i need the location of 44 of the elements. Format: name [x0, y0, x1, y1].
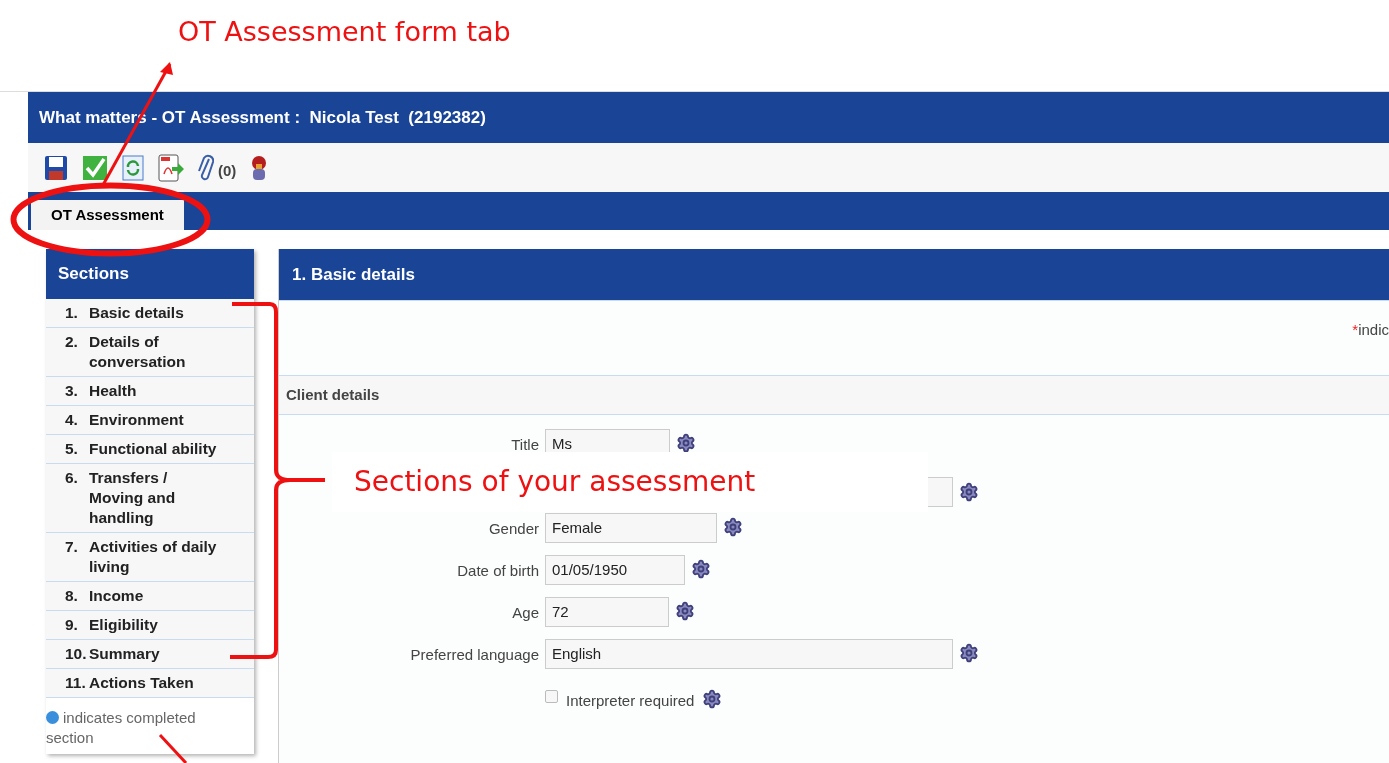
section-item[interactable]: 2. Details of conversation [46, 328, 254, 377]
input-field[interactable]: Female [545, 513, 717, 543]
section-item[interactable]: 9. Eligibility [46, 611, 254, 640]
section-title-bar: 1. Basic details [279, 249, 1389, 300]
section-item[interactable]: 6. Transfers / Moving and handling [46, 464, 254, 533]
paperclip-icon[interactable] [198, 152, 214, 183]
section-item[interactable]: 7. Activities of daily living [46, 533, 254, 582]
field-label: Age [511, 603, 539, 623]
gear-icon[interactable] [676, 433, 696, 453]
input-field[interactable]: 72 [545, 597, 669, 627]
section-item[interactable]: 8. Income [46, 582, 254, 611]
field-label: Gender [487, 519, 539, 539]
section-item[interactable]: 3. Health [46, 377, 254, 406]
field-label: Title [510, 435, 539, 455]
pdf-export-icon[interactable] [158, 153, 184, 182]
required-note: *indic [1352, 320, 1389, 340]
group-header: Client details [279, 375, 1389, 415]
checkbox-label: Interpreter required [566, 690, 695, 711]
section-item[interactable]: 10.Summary [46, 640, 254, 669]
refresh-icon[interactable] [122, 154, 144, 181]
checkbox[interactable] [545, 689, 558, 703]
field-label: Preferred language [409, 645, 539, 665]
sections-header: Sections [46, 249, 254, 299]
annotation-line [158, 733, 188, 763]
gear-icon[interactable] [959, 482, 979, 502]
section-item[interactable]: 5. Functional ability [46, 435, 254, 464]
legend-text: indicates completed section [46, 709, 196, 746]
gear-icon[interactable] [675, 601, 695, 621]
attachment-count: (0) [218, 161, 237, 181]
section-item[interactable]: 11. Actions Taken [46, 669, 254, 698]
gear-icon[interactable] [702, 689, 723, 709]
field-label: Date of birth [456, 561, 539, 581]
section-item[interactable]: 1. Basic details [46, 299, 254, 328]
input-field[interactable]: 01/05/1950 [545, 555, 685, 585]
save-icon[interactable] [44, 154, 68, 181]
check-icon[interactable] [82, 154, 108, 181]
tab[interactable]: OT Assessment [31, 200, 184, 230]
gear-icon[interactable] [723, 517, 743, 537]
input-field[interactable]: English [545, 639, 953, 669]
gear-icon[interactable] [691, 559, 711, 579]
gear-icon[interactable] [959, 643, 979, 663]
section-item[interactable]: 4. Environment [46, 406, 254, 435]
person-icon[interactable] [250, 154, 269, 181]
annotation-text: OT Assessment form tab [178, 15, 511, 49]
